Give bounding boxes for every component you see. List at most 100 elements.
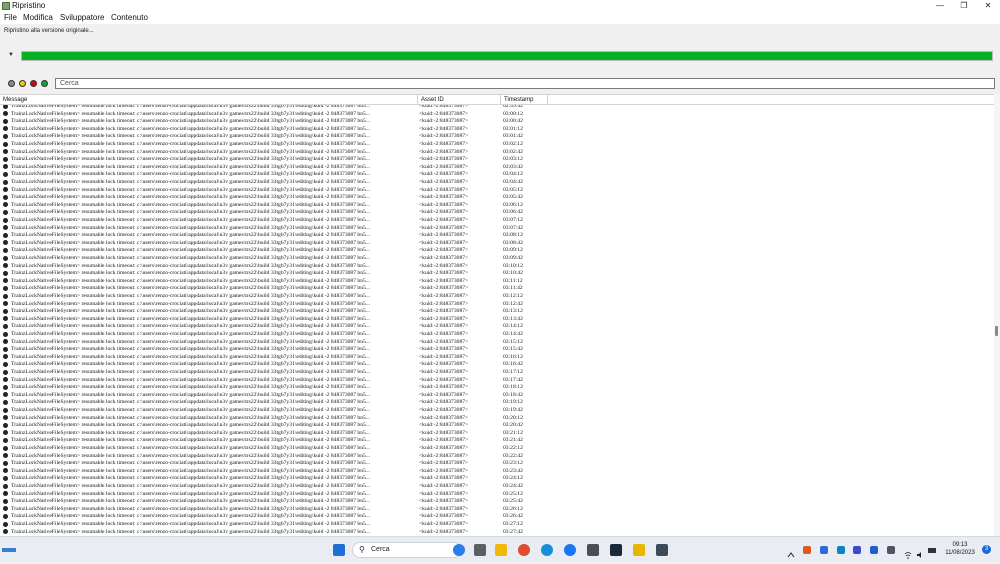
info-icon: [3, 475, 8, 481]
info-icon: [3, 460, 8, 466]
bing-icon[interactable]: [453, 544, 465, 556]
info-icon: [3, 323, 8, 329]
info-icon: [3, 217, 8, 223]
info-icon: [3, 506, 8, 512]
info-icon: [3, 164, 8, 170]
info-icon: [3, 377, 8, 383]
cell-timestamp: 03:27:42: [503, 528, 523, 535]
menu-modifica[interactable]: Modifica: [23, 12, 53, 24]
notification-badge[interactable]: 3: [982, 545, 991, 554]
tray-bluetooth-icon[interactable]: [870, 546, 878, 554]
taskbar-search-label: Cerca: [371, 546, 390, 553]
status-text: Ripristino alla versione originale...: [4, 28, 94, 34]
minimize-button[interactable]: —: [928, 0, 952, 12]
info-icon: [3, 399, 8, 405]
info-icon: [3, 232, 8, 238]
filter-error-dot-icon[interactable]: [30, 80, 37, 87]
maximize-button[interactable]: ❐: [952, 0, 976, 12]
table-row[interactable]: TrainzLockNativeFileSystem> resumable lo…: [0, 528, 994, 536]
info-icon: [3, 225, 8, 231]
chrome-icon[interactable]: [518, 544, 530, 556]
info-icon: [3, 468, 8, 474]
info-icon: [3, 308, 8, 314]
clock-date: 11/08/2023: [945, 550, 975, 556]
taskbar-clock[interactable]: 09:13 11/08/2023: [940, 541, 980, 557]
log-table-body[interactable]: TrainzLockNativeFileSystem> resumable lo…: [0, 105, 994, 536]
search-input[interactable]: [55, 78, 995, 89]
file-explorer-icon[interactable]: [495, 544, 507, 556]
cell-message: TrainzLockNativeFileSystem> resumable lo…: [11, 528, 371, 535]
tray-app-icon[interactable]: [803, 546, 811, 554]
info-icon: [3, 422, 8, 428]
close-button[interactable]: ✕: [976, 0, 1000, 12]
info-icon: [3, 316, 8, 322]
info-icon: [3, 263, 8, 269]
info-icon: [3, 331, 8, 337]
search-icon: ⚲: [359, 545, 365, 554]
progress-fill: [22, 52, 992, 60]
column-asset-id[interactable]: Asset ID: [418, 95, 501, 105]
collapse-arrow-icon[interactable]: ▼: [8, 52, 14, 58]
volume-icon[interactable]: [916, 546, 924, 558]
widgets-icon[interactable]: [2, 548, 16, 552]
task-view-icon[interactable]: [474, 544, 486, 556]
info-icon: [3, 301, 8, 307]
info-icon: [3, 445, 8, 451]
menu-file[interactable]: File: [4, 12, 17, 24]
trainz-icon[interactable]: [633, 544, 645, 556]
vertical-scrollbar[interactable]: [994, 94, 1000, 536]
info-icon: [3, 491, 8, 497]
tray-chevron-icon[interactable]: [787, 546, 795, 558]
filter-all-dot-icon[interactable]: [8, 80, 15, 87]
info-icon: [3, 105, 8, 109]
tray-security-icon[interactable]: [820, 546, 828, 554]
info-icon: [3, 293, 8, 299]
start-icon[interactable]: [333, 544, 345, 556]
taskbar-search[interactable]: ⚲ Cerca: [352, 542, 462, 558]
battery-icon[interactable]: [928, 548, 936, 553]
info-icon: [3, 149, 8, 155]
column-timestamp[interactable]: Timestamp: [501, 95, 548, 105]
log-table-header: Message Asset ID Timestamp: [0, 94, 994, 105]
edge-icon[interactable]: [541, 544, 553, 556]
help-icon[interactable]: [564, 544, 576, 556]
info-icon: [3, 529, 8, 535]
scrollbar-thumb[interactable]: [995, 326, 998, 336]
clock-time: 09:13: [952, 542, 968, 548]
info-icon: [3, 156, 8, 162]
column-message[interactable]: Message: [0, 95, 418, 105]
info-icon: [3, 415, 8, 421]
info-icon: [3, 171, 8, 177]
filter-ok-dot-icon[interactable]: [41, 80, 48, 87]
filter-warning-dot-icon[interactable]: [19, 80, 26, 87]
tray-sync-icon[interactable]: [837, 546, 845, 554]
app-window-icon[interactable]: [656, 544, 668, 556]
menu-sviluppatore[interactable]: Sviluppatore: [60, 12, 104, 24]
app-icon: [2, 2, 10, 10]
wifi-icon[interactable]: [904, 546, 912, 559]
info-icon: [3, 187, 8, 193]
title-bar: Ripristino — ❐ ✕: [0, 0, 1000, 12]
info-icon: [3, 483, 8, 489]
window-title: Ripristino: [12, 1, 46, 10]
info-icon: [3, 453, 8, 459]
progress-bar: [21, 51, 993, 61]
info-icon: [3, 270, 8, 276]
menu-bar: File Modifica Sviluppatore Contenuto: [0, 12, 1000, 24]
tray-teams-icon[interactable]: [853, 546, 861, 554]
info-icon: [3, 209, 8, 215]
info-icon: [3, 339, 8, 345]
info-icon: [3, 133, 8, 139]
tray-device-icon[interactable]: [887, 546, 895, 554]
info-icon: [3, 194, 8, 200]
info-icon: [3, 498, 8, 504]
info-icon: [3, 179, 8, 185]
store-icon[interactable]: [587, 544, 599, 556]
info-icon: [3, 118, 8, 124]
info-icon: [3, 361, 8, 367]
steam-icon[interactable]: [610, 544, 622, 556]
info-icon: [3, 126, 8, 132]
info-icon: [3, 346, 8, 352]
menu-contenuto[interactable]: Contenuto: [111, 12, 148, 24]
info-icon: [3, 407, 8, 413]
